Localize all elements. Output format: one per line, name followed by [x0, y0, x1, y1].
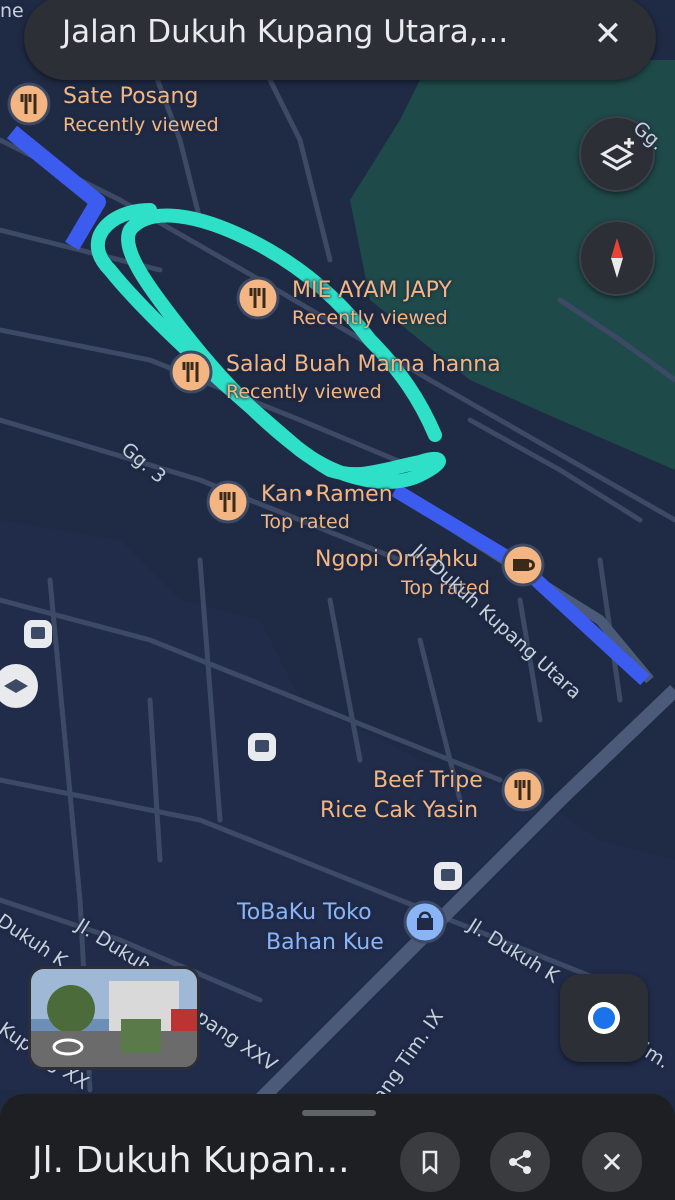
poi-subtitle: Top rated: [261, 511, 350, 533]
bus-stop-icon: [248, 733, 276, 761]
poi-name: Beef Tripe: [373, 768, 483, 793]
poi-subtitle: Recently viewed: [226, 381, 382, 403]
poi-name: MIE AYAM JAPY: [292, 278, 452, 303]
share-icon: [509, 1150, 531, 1174]
street-view-rotate-icon: [52, 1038, 84, 1056]
compass-icon: [611, 238, 623, 278]
poi-subtitle: Recently viewed: [63, 114, 219, 136]
bus-stop-icon: [24, 620, 52, 648]
share-button[interactable]: [490, 1132, 550, 1192]
poi-name: Kan•Ramen: [261, 482, 393, 507]
shopping-bag-icon: [403, 900, 447, 944]
restaurant-icon: [501, 768, 545, 812]
poi-name: ToBaKu Toko: [237, 900, 372, 925]
coffee-icon: [501, 543, 545, 587]
restaurant-icon: [236, 276, 280, 320]
poi-name-line2: Rice Cak Yasin: [320, 798, 479, 823]
poi-name: Salad Buah Mama hanna: [226, 352, 501, 377]
sheet-close-button[interactable]: ✕: [582, 1132, 642, 1192]
restaurant-icon: [169, 350, 213, 394]
save-button[interactable]: [400, 1132, 460, 1192]
search-bar[interactable]: Jalan Dukuh Kupang Utara,... ✕: [24, 0, 656, 80]
poi-name: Sate Posang: [63, 84, 199, 109]
bottom-sheet[interactable]: Jl. Dukuh Kupan... ✕: [0, 1094, 675, 1200]
close-icon: ✕: [600, 1145, 624, 1179]
street-view-thumbnail[interactable]: [28, 966, 200, 1070]
bookmark-icon: [422, 1150, 438, 1175]
sheet-title: Jl. Dukuh Kupan...: [32, 1140, 350, 1181]
compass-button[interactable]: [579, 220, 655, 296]
bus-stop-icon: [434, 862, 462, 890]
restaurant-icon: [7, 82, 51, 126]
search-query[interactable]: Jalan Dukuh Kupang Utara,...: [62, 14, 508, 50]
poi-subtitle: Recently viewed: [292, 307, 448, 329]
close-icon[interactable]: ✕: [586, 12, 630, 56]
restaurant-icon: [206, 480, 250, 524]
poi-name-line2: Bahan Kue: [266, 930, 384, 955]
my-location-button[interactable]: [560, 974, 648, 1062]
my-location-icon: [588, 1002, 620, 1034]
sheet-drag-handle[interactable]: [302, 1110, 376, 1116]
street-label: ne: [0, 0, 24, 22]
